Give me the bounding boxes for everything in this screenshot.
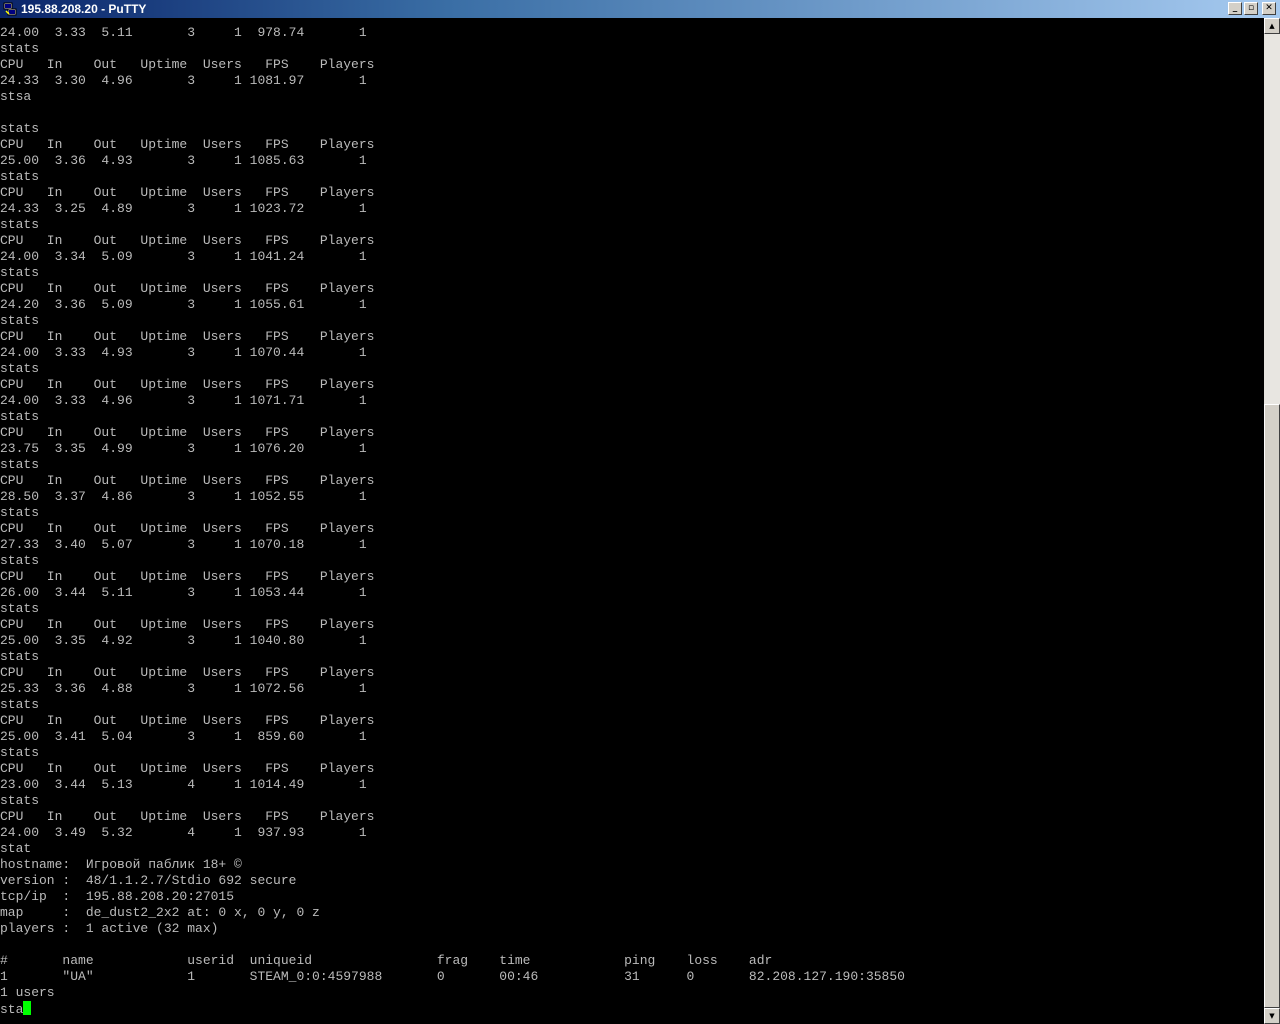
scroll-up-button[interactable]: ▲ [1264,18,1280,34]
scrollbar-thumb[interactable] [1264,404,1280,1008]
close-button[interactable]: ✕ [1262,2,1276,15]
terminal-prompt-line[interactable]: sta [0,1001,1264,1018]
putty-icon [3,2,17,16]
putty-window: 195.88.208.20 - PuTTY _ ▫ ✕ 24.00 3.33 5… [0,0,1280,1024]
maximize-button[interactable]: ▫ [1244,2,1258,15]
title-bar[interactable]: 195.88.208.20 - PuTTY _ ▫ ✕ [0,0,1280,18]
terminal-cursor [23,1001,32,1015]
window-title: 195.88.208.20 - PuTTY [21,2,147,16]
terminal-output: 24.00 3.33 5.11 3 1 978.74 1 stats CPU I… [0,25,905,1000]
maximize-icon: ▫ [1247,3,1255,13]
terminal-input-text: sta [0,1002,24,1017]
minimize-button[interactable]: _ [1228,2,1242,15]
close-icon: ✕ [1265,3,1273,13]
scroll-down-button[interactable]: ▼ [1264,1008,1280,1024]
terminal-area[interactable]: 24.00 3.33 5.11 3 1 978.74 1 stats CPU I… [0,18,1264,1024]
scroll-up-arrow-icon: ▲ [1269,22,1275,30]
scroll-down-arrow-icon: ▼ [1269,1012,1275,1020]
minimize-icon: _ [1232,3,1238,13]
vertical-scrollbar[interactable]: ▲ ▼ [1264,18,1280,1024]
